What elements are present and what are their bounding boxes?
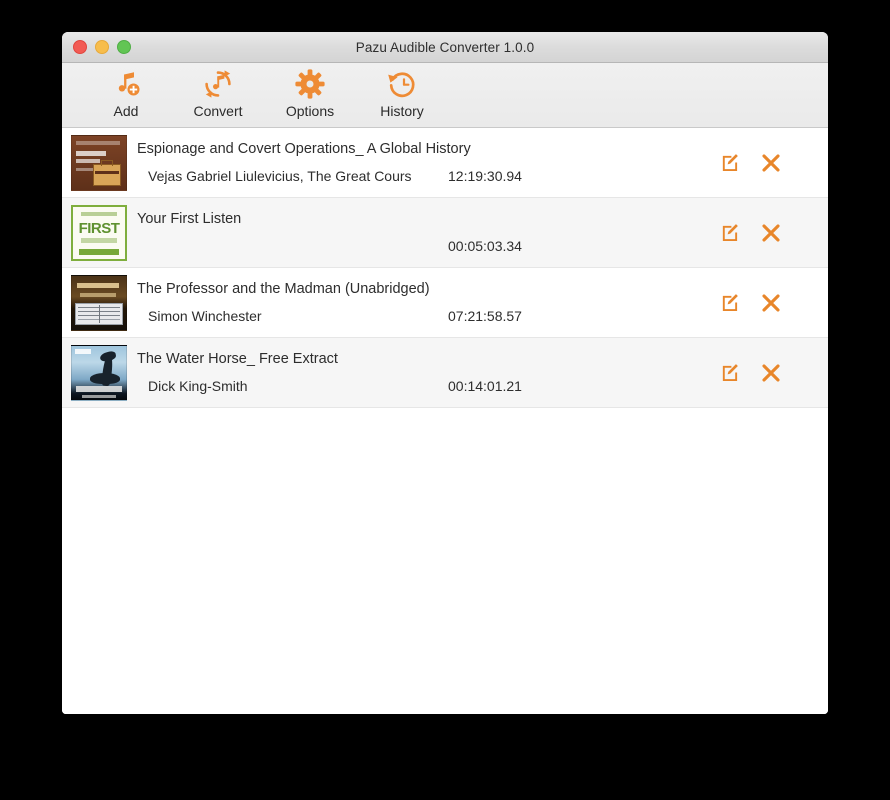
book-author: Simon Winchester [148,308,262,324]
traffic-light-group [73,32,131,62]
cover-art-espionage [71,134,127,191]
row-meta: Vejas Gabriel Liulevicius, The Great Cou… [137,168,710,184]
cover-thumbnail-wrap [62,274,136,331]
toolbar-label-add: Add [113,103,139,119]
book-duration: 12:19:30.94 [448,168,522,184]
music-note-add-icon [110,67,142,101]
row-actions [710,292,828,314]
book-title: Espionage and Covert Operations_ A Globa… [137,141,471,157]
row-info: Espionage and Covert Operations_ A Globa… [136,141,710,184]
table-row[interactable]: The Water Horse_ Free Extract Dick King-… [62,338,828,408]
close-x-icon[interactable] [760,222,782,244]
close-x-icon[interactable] [760,362,782,384]
toolbar-button-history[interactable]: History [356,67,448,119]
row-actions [710,362,828,384]
row-actions [710,152,828,174]
cover-art-water-horse [71,344,127,401]
audiobook-list: Espionage and Covert Operations_ A Globa… [62,128,828,714]
window-titlebar[interactable]: Pazu Audible Converter 1.0.0 [62,32,828,63]
row-actions [710,222,828,244]
book-title: The Water Horse_ Free Extract [137,351,338,367]
toolbar-button-convert[interactable]: Convert [172,67,264,119]
toolbar-label-options: Options [285,103,335,119]
edit-icon[interactable] [718,222,740,244]
book-duration: 07:21:58.57 [448,308,522,324]
toolbar-label-convert: Convert [193,103,243,119]
toolbar-button-options[interactable]: Options [264,67,356,119]
row-meta: Simon Winchester 07:21:58.57 [137,308,710,324]
cover-thumbnail-wrap: FIRST [62,204,136,261]
table-row[interactable]: FIRST Your First Listen 00:05:03.34 [62,198,828,268]
book-author: Vejas Gabriel Liulevicius, The Great Cou… [148,168,412,184]
cover-art-first-listen: FIRST [71,204,127,261]
zoom-window-button[interactable] [117,40,131,54]
main-toolbar: Add Convert Options History [62,63,828,128]
book-duration: 00:05:03.34 [448,238,522,254]
cover-art-professor [71,274,127,331]
cover-thumbnail-wrap [62,134,136,191]
table-row[interactable]: The Professor and the Madman (Unabridged… [62,268,828,338]
row-meta: Dick King-Smith 00:14:01.21 [137,378,710,394]
desktop-background: Pazu Audible Converter 1.0.0 Add Convert… [0,0,890,800]
table-row[interactable]: Espionage and Covert Operations_ A Globa… [62,128,828,198]
edit-icon[interactable] [718,292,740,314]
window-title: Pazu Audible Converter 1.0.0 [355,39,535,55]
app-window: Pazu Audible Converter 1.0.0 Add Convert… [62,32,828,714]
convert-refresh-icon [202,67,234,101]
cover-thumbnail-wrap [62,344,136,401]
book-author: Dick King-Smith [148,378,248,394]
book-title: The Professor and the Madman (Unabridged… [137,281,430,297]
close-x-icon[interactable] [760,292,782,314]
book-title: Your First Listen [137,211,242,227]
row-meta: 00:05:03.34 [137,238,710,254]
close-window-button[interactable] [73,40,87,54]
edit-icon[interactable] [718,362,740,384]
clock-history-icon [386,67,418,101]
edit-icon[interactable] [718,152,740,174]
toolbar-button-add[interactable]: Add [80,67,172,119]
gear-icon [294,67,326,101]
empty-list-area[interactable] [62,408,828,714]
row-info: Your First Listen 00:05:03.34 [136,211,710,254]
minimize-window-button[interactable] [95,40,109,54]
close-x-icon[interactable] [760,152,782,174]
toolbar-label-history: History [380,103,424,119]
row-info: The Water Horse_ Free Extract Dick King-… [136,351,710,394]
book-duration: 00:14:01.21 [448,378,522,394]
row-info: The Professor and the Madman (Unabridged… [136,281,710,324]
